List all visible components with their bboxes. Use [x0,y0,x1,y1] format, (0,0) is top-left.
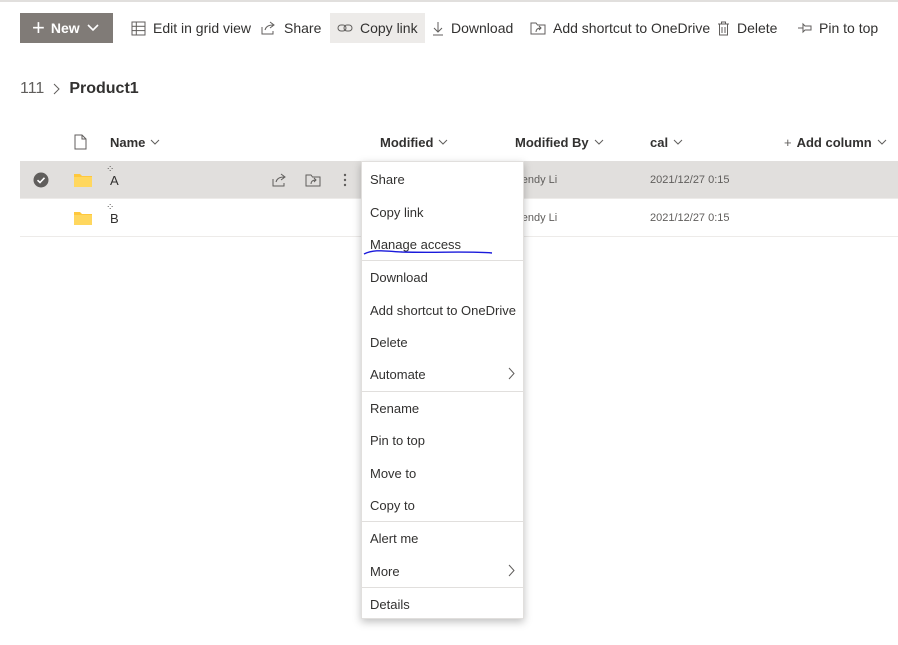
menu-item-alert-me[interactable]: Alert me [362,522,523,554]
menu-item-automate[interactable]: Automate [362,358,523,390]
edit-grid-label: Edit in grid view [153,20,252,36]
copy-link-label: Copy link [360,20,418,36]
menu-item-more[interactable]: More [362,555,523,587]
folder-icon [74,161,92,199]
cal-cell: 2021/12/27 0:15 [650,212,730,224]
breadcrumb-current: Product1 [69,80,139,97]
download-button[interactable]: Download [432,13,513,43]
menu-item-automate-label: Automate [370,366,426,382]
menu-item-copy-to[interactable]: Copy to [362,489,523,521]
delete-label: Delete [737,20,778,36]
column-name-label: Name [110,134,146,150]
row-shortcut-icon[interactable] [305,161,321,199]
chevron-right-icon [508,367,515,380]
menu-item-copy-link[interactable]: Copy link [362,196,523,228]
plus-icon: + [784,134,792,150]
pin-to-top-button[interactable]: Pin to top [797,13,878,43]
menu-item-add-shortcut[interactable]: Add shortcut to OneDrive [362,294,523,326]
item-name[interactable]: ⁘ B [106,199,119,237]
copy-link-button[interactable]: Copy link [330,13,425,43]
link-icon [337,24,353,32]
column-cal-label: cal [650,134,669,150]
item-name-text: B [110,210,119,226]
chevron-right-icon [508,564,515,577]
cal-cell: 2021/12/27 0:15 [650,174,730,186]
command-bar: + New Edit in grid view Share Copy link … [0,0,898,48]
row-share-icon[interactable] [272,161,288,199]
menu-item-delete[interactable]: Delete [362,326,523,358]
handwritten-underline-annotation [363,250,493,255]
folder-icon [74,199,92,237]
chevron-down-icon [439,139,448,145]
download-icon [433,21,443,35]
menu-item-more-label: More [370,563,400,579]
chevron-down-icon [151,139,160,145]
column-header-modified-by[interactable]: Modified By [515,126,604,158]
new-button-label: New [50,20,80,36]
download-label: Download [451,20,514,36]
breadcrumb: 111 Product1 [20,80,139,98]
grid-icon [131,21,146,35]
more-icon[interactable] [343,161,347,199]
menu-item-rename[interactable]: Rename [362,392,523,424]
chevron-right-icon [53,83,61,95]
item-name-text: A [110,172,119,188]
item-name[interactable]: ⁘ A [106,161,119,199]
pin-to-top-label: Pin to top [819,20,879,36]
new-item-sparkle-icon: ⁘ [106,201,115,213]
column-header-name[interactable]: Name [110,126,160,158]
add-shortcut-button[interactable]: Add shortcut to OneDrive [530,13,710,43]
share-icon [261,21,275,35]
row-checkbox[interactable] [33,161,49,199]
context-menu: Share Copy link Manage access Download A… [361,161,524,619]
chevron-down-icon [877,139,887,145]
add-column-label: Add column [796,134,872,150]
column-modified-label: Modified [380,134,434,150]
breadcrumb-root[interactable]: 111 [20,80,44,98]
column-modified-by-label: Modified By [515,134,589,150]
chevron-down-icon [87,24,99,32]
share-button[interactable]: Share [261,13,321,43]
chevron-down-icon [594,139,604,145]
file-type-header[interactable] [74,126,87,158]
pin-icon [798,22,812,34]
menu-item-share[interactable]: Share [362,163,523,195]
share-label: Share [284,20,322,36]
menu-item-details[interactable]: Details [362,588,523,620]
shortcut-icon [530,22,546,35]
add-column-button[interactable]: + Add column [784,126,887,158]
delete-icon [718,21,729,35]
add-shortcut-label: Add shortcut to OneDrive [553,20,711,36]
new-button[interactable]: + New [20,13,113,43]
column-header-cal[interactable]: cal [650,126,683,158]
new-item-sparkle-icon: ⁘ [106,163,115,175]
column-header-modified[interactable]: Modified [380,126,448,158]
edit-grid-button[interactable]: Edit in grid view [131,13,251,43]
delete-button[interactable]: Delete [717,13,777,43]
plus-icon: + [32,15,45,40]
menu-item-download[interactable]: Download [362,261,523,293]
chevron-down-icon [673,139,683,145]
menu-item-move-to[interactable]: Move to [362,457,523,489]
check-icon [33,172,49,188]
menu-item-pin-to-top[interactable]: Pin to top [362,424,523,456]
document-icon [74,134,87,150]
